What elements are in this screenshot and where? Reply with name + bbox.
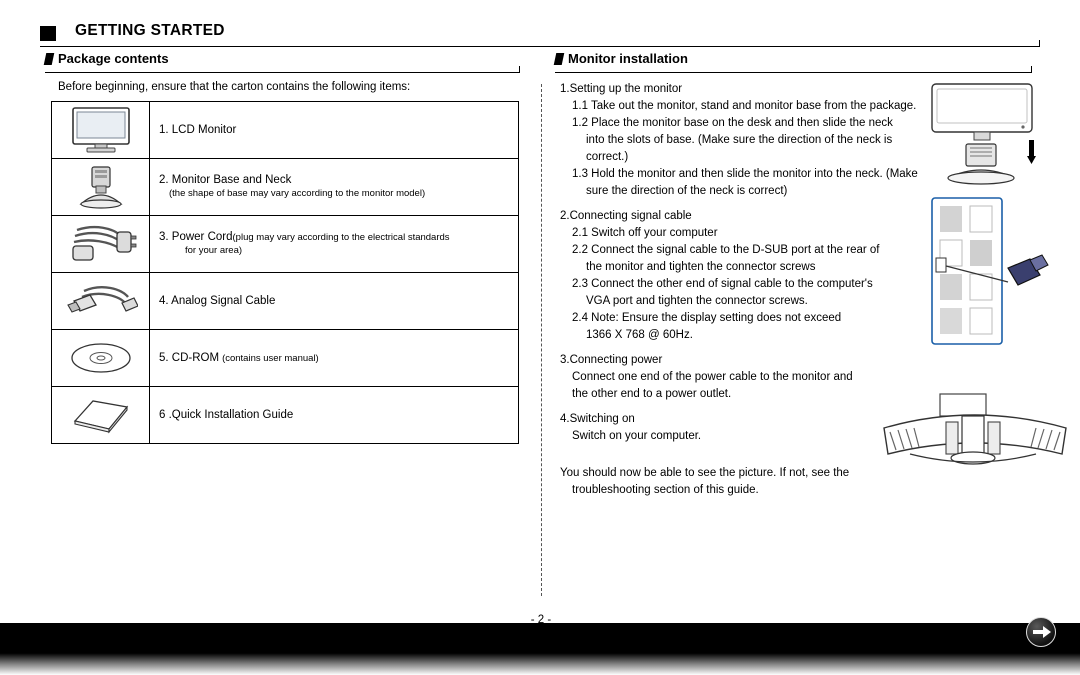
section-title-package-contents: Package contents — [58, 51, 169, 66]
step1-2-line2: into the slots of base. (Make sure the d… — [586, 134, 893, 147]
table-cell-image — [52, 387, 150, 443]
section-underline — [555, 72, 1032, 73]
illustration-signal-cable-connection — [930, 196, 1050, 346]
step2-2-line2: the monitor and tighten the connector sc… — [586, 261, 816, 274]
install-step-1: 1.Setting up the monitor 1.1 Take out th… — [560, 81, 920, 200]
header-divider-cap — [1039, 40, 1040, 47]
item-label-lcd-monitor: 1. LCD Monitor — [159, 124, 237, 136]
step1-title: 1.Setting up the monitor — [560, 83, 683, 95]
table-cell-image — [52, 273, 150, 329]
lcd-monitor-icon — [69, 107, 133, 153]
item-label-analog-signal-cable: 4. Analog Signal Cable — [159, 295, 276, 307]
install-step-4: 4.Switching on Switch on your computer. — [560, 411, 920, 445]
table-cell-text: 2. Monitor Base and Neck (the shape of b… — [150, 159, 518, 215]
step1-2-line1: 1.2 Place the monitor base on the desk a… — [572, 117, 893, 130]
section-underline-cap — [1031, 66, 1032, 73]
section-marker-icon — [43, 53, 55, 65]
illustration-monitor-assembly — [930, 82, 1040, 197]
section-header-package-contents: Package contents — [43, 51, 520, 73]
illustration-monitor-rear-view — [880, 392, 1070, 482]
closing-line1: You should now be able to see the pictur… — [560, 467, 850, 480]
table-cell-text: 5. CD-ROM (contains user manual) — [150, 330, 518, 386]
step3-line1: Connect one end of the power cable to th… — [572, 371, 853, 384]
package-contents-table: 1. LCD Monitor 2. Monitor Base and Neck … — [51, 101, 519, 444]
page-root: GETTING STARTED Package contents Monitor… — [0, 0, 1080, 675]
table-cell-image — [52, 330, 150, 386]
item-note-monitor-base-neck: (the shape of base may vary according to… — [169, 188, 426, 200]
table-row: 1. LCD Monitor — [52, 102, 518, 159]
table-cell-text: 1. LCD Monitor — [150, 102, 518, 158]
section-underline — [45, 72, 520, 73]
table-cell-text: 6 .Quick Installation Guide — [150, 387, 518, 443]
table-row: 3. Power Cord(plug may vary according to… — [52, 216, 518, 273]
header-bullet-icon — [40, 26, 56, 41]
step3-title: 3.Connecting power — [560, 354, 663, 367]
install-closing: You should now be able to see the pictur… — [560, 465, 920, 499]
step2-2-line1: 2.2 Connect the signal cable to the D-SU… — [572, 244, 880, 257]
step1-2-line3: correct.) — [586, 151, 629, 164]
section-marker-icon — [553, 53, 565, 65]
analog-signal-cable-icon — [64, 281, 138, 321]
table-cell-image — [52, 216, 150, 272]
item-note-power-cord: (plug may vary according to the electric… — [232, 231, 450, 243]
step1-1: 1.1 Take out the monitor, stand and moni… — [572, 100, 917, 113]
item-label-cd-rom: 5. CD-ROM — [159, 352, 220, 364]
step2-4-line1: 2.4 Note: Ensure the display setting doe… — [572, 312, 842, 325]
column-separator — [541, 84, 542, 596]
installation-instructions: 1.Setting up the monitor 1.1 Take out th… — [560, 81, 920, 507]
table-row: 6 .Quick Installation Guide — [52, 387, 518, 443]
quick-installation-guide-icon — [69, 395, 133, 435]
section-header-monitor-installation: Monitor installation — [553, 51, 1032, 73]
next-page-button[interactable] — [1026, 617, 1056, 647]
section-underline-cap — [519, 66, 520, 73]
item-note-cd-rom: (contains user manual) — [222, 352, 319, 364]
arrow-right-icon — [1033, 626, 1051, 638]
item-label-quick-installation-guide: 6 .Quick Installation Guide — [159, 409, 294, 421]
package-intro-text: Before beginning, ensure that the carton… — [58, 81, 411, 93]
step2-4-line2: 1366 X 768 @ 60Hz. — [586, 329, 693, 342]
step2-3-line2: VGA port and tighten the connector screw… — [586, 295, 808, 308]
section-title-monitor-installation: Monitor installation — [568, 51, 688, 66]
item-note2-power-cord: for your area) — [185, 245, 243, 257]
monitor-base-neck-icon — [71, 164, 131, 210]
install-step-2: 2.Connecting signal cable 2.1 Switch off… — [560, 208, 920, 344]
step2-title: 2.Connecting signal cable — [560, 210, 692, 223]
step4-line1: Switch on your computer. — [572, 430, 702, 443]
step4-title: 4.Switching on — [560, 413, 635, 426]
table-cell-text: 3. Power Cord(plug may vary according to… — [150, 216, 518, 272]
table-cell-image — [52, 159, 150, 215]
item-label-power-cord: 3. Power Cord — [159, 230, 233, 243]
table-row: 4. Analog Signal Cable — [52, 273, 518, 330]
table-row: 5. CD-ROM (contains user manual) — [52, 330, 518, 387]
item-label-monitor-base-neck: 2. Monitor Base and Neck — [159, 173, 292, 186]
closing-line2: troubleshooting section of this guide. — [572, 484, 759, 497]
step2-1: 2.1 Switch off your computer — [572, 227, 718, 240]
table-cell-image — [52, 102, 150, 158]
cd-rom-icon — [70, 341, 132, 375]
step2-3-line1: 2.3 Connect the other end of signal cabl… — [572, 278, 873, 291]
header-divider — [40, 46, 1040, 47]
table-row: 2. Monitor Base and Neck (the shape of b… — [52, 159, 518, 216]
step1-3-line2: sure the direction of the neck is correc… — [586, 185, 788, 198]
power-cord-icon — [65, 222, 137, 266]
install-step-3: 3.Connecting power Connect one end of th… — [560, 352, 920, 403]
page-header: GETTING STARTED — [40, 22, 1040, 48]
table-cell-text: 4. Analog Signal Cable — [150, 273, 518, 329]
footer-bar — [0, 623, 1080, 675]
page-title: GETTING STARTED — [75, 22, 225, 39]
step1-3-line1: 1.3 Hold the monitor and then slide the … — [572, 168, 918, 181]
step3-line2: the other end to a power outlet. — [572, 388, 732, 401]
